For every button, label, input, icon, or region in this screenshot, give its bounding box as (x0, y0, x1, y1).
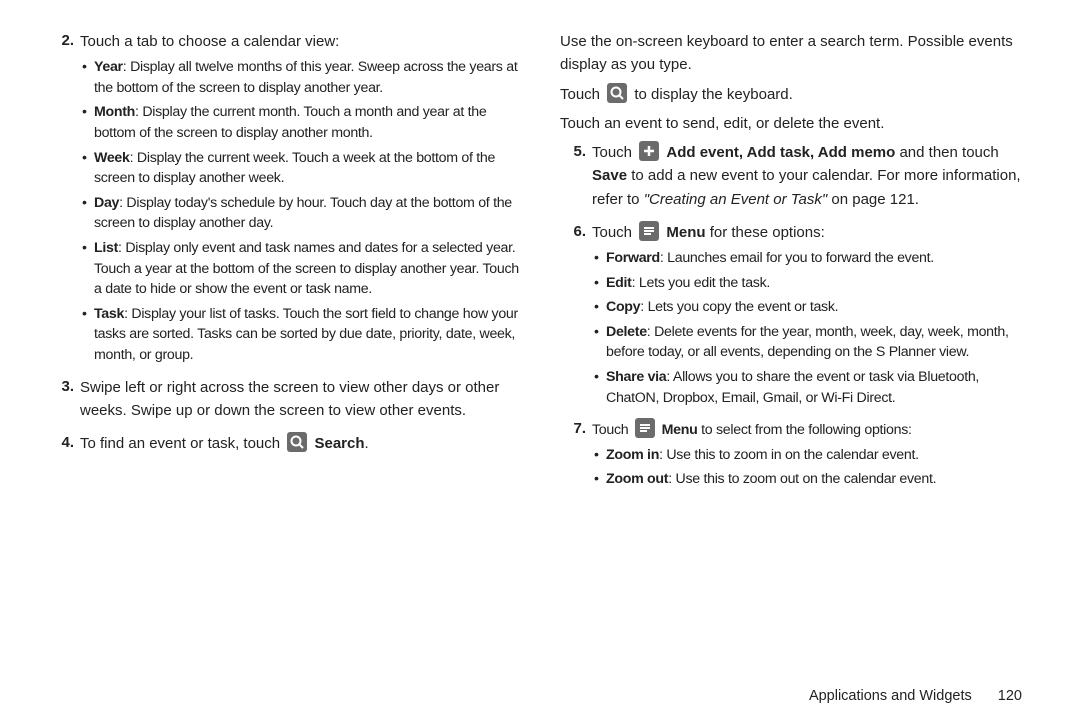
bullet-week: Week: Display the current week. Touch a … (80, 148, 520, 189)
bullet-year: Year: Display all twelve months of this … (80, 57, 520, 98)
bullet-text: : Display the current month. Touch a mon… (94, 104, 486, 141)
bullet-label: List (94, 240, 118, 256)
step-7-text: Touch Menu to select from the following … (592, 418, 1032, 441)
step-4-post: . (365, 435, 369, 452)
bullet-text: : Display all twelve months of this year… (94, 59, 517, 96)
step-6-after: for these options: (706, 224, 825, 241)
bullet-label: Zoom out (606, 471, 668, 487)
bullet-text: : Use this to zoom out on the calendar e… (668, 471, 936, 487)
bullet-copy: Copy: Lets you copy the event or task. (592, 297, 1032, 318)
bullet-label: Week (94, 150, 130, 166)
step-number: 3. (48, 376, 80, 427)
bullet-label: Share via (606, 369, 666, 385)
bullet-text: : Display your list of tasks. Touch the … (94, 306, 518, 363)
menu-label: Menu (662, 422, 698, 438)
step-4-pre: To find an event or task, touch (80, 435, 284, 452)
left-column: 2. Touch a tab to choose a calendar view… (48, 30, 540, 678)
step-4: 4. To find an event or task, touch Searc… (48, 432, 520, 459)
step-3-text: Swipe left or right across the screen to… (80, 376, 520, 423)
cont-line1: Use the on-screen keyboard to enter a se… (560, 30, 1032, 77)
step-2-intro: Touch a tab to choose a calendar view: (80, 30, 520, 53)
bullet-month: Month: Display the current month. Touch … (80, 102, 520, 143)
plus-icon (639, 141, 659, 161)
cont-line3: Touch an event to send, edit, or delete … (560, 112, 1032, 135)
page: 2. Touch a tab to choose a calendar view… (0, 0, 1080, 688)
bullet-text: : Delete events for the year, month, wee… (606, 324, 1009, 361)
step-5-save: Save (592, 167, 627, 184)
step-number: 4. (48, 432, 80, 459)
step-4-text: To find an event or task, touch Search. (80, 432, 520, 455)
step-5-italic: "Creating an Event or Task" (644, 191, 828, 208)
menu-label: Menu (666, 224, 705, 241)
step-5-bold: Add event, Add task, Add memo (666, 144, 895, 161)
bullet-label: Copy (606, 299, 640, 315)
cont-line2: Touch to display the keyboard. (560, 83, 1032, 106)
step-6: 6. Touch Menu for these options: Forward… (560, 221, 1032, 412)
step-2: 2. Touch a tab to choose a calendar view… (48, 30, 520, 370)
bullet-label: Day (94, 195, 119, 211)
bullet-delete: Delete: Delete events for the year, mont… (592, 322, 1032, 363)
search-icon (287, 432, 307, 452)
step-number: 5. (560, 141, 592, 215)
step-5-rest1: and then touch (895, 144, 998, 161)
right-column: Use the on-screen keyboard to enter a se… (540, 30, 1032, 678)
menu-icon (639, 221, 659, 241)
bullet-zoom-out: Zoom out: Use this to zoom out on the ca… (592, 469, 1032, 490)
bullet-list: List: Display only event and task names … (80, 238, 520, 300)
step-6-touch: Touch (592, 224, 636, 241)
step-number: 2. (48, 30, 80, 370)
bullet-label: Year (94, 59, 123, 75)
search-label: Search (314, 435, 364, 452)
bullet-text: : Display the current week. Touch a week… (94, 150, 495, 187)
step-7-after: to select from the following options: (698, 422, 912, 438)
bullet-text: : Display only event and task names and … (94, 240, 519, 297)
bullet-share: Share via: Allows you to share the event… (592, 367, 1032, 408)
bullet-label: Month (94, 104, 135, 120)
step-3: 3. Swipe left or right across the screen… (48, 376, 520, 427)
page-number: 120 (998, 688, 1022, 704)
bullet-day: Day: Display today's schedule by hour. T… (80, 193, 520, 234)
bullet-text: : Launches email for you to forward the … (660, 250, 934, 266)
step-number: 6. (560, 221, 592, 412)
cont-touch-post: to display the keyboard. (630, 86, 793, 103)
cont-touch-pre: Touch (560, 86, 604, 103)
bullet-label: Forward (606, 250, 660, 266)
bullet-zoom-in: Zoom in: Use this to zoom in on the cale… (592, 445, 1032, 466)
bullet-label: Task (94, 306, 124, 322)
step-4-continuation: Use the on-screen keyboard to enter a se… (560, 30, 1032, 135)
bullet-forward: Forward: Launches email for you to forwa… (592, 248, 1032, 269)
step-7: 7. Touch Menu to select from the followi… (560, 418, 1032, 494)
search-icon (607, 83, 627, 103)
step-number: 7. (560, 418, 592, 494)
step-5: 5. Touch Add event, Add task, Add memo a… (560, 141, 1032, 215)
step-5-text: Touch Add event, Add task, Add memo and … (592, 141, 1032, 211)
bullet-task: Task: Display your list of tasks. Touch … (80, 304, 520, 366)
section-title: Applications and Widgets (809, 688, 972, 704)
bullet-edit: Edit: Lets you edit the task. (592, 273, 1032, 294)
bullet-label: Delete (606, 324, 647, 340)
bullet-text: : Lets you edit the task. (632, 275, 770, 291)
bullet-text: : Use this to zoom in on the calendar ev… (659, 447, 919, 463)
bullet-label: Edit (606, 275, 632, 291)
bullet-text: : Display today's schedule by hour. Touc… (94, 195, 512, 232)
step-7-touch: Touch (592, 422, 632, 438)
step-6-text: Touch Menu for these options: (592, 221, 1032, 244)
bullet-text: : Lets you copy the event or task. (640, 299, 838, 315)
menu-icon (635, 418, 655, 438)
step-5-rest3: on page 121. (827, 191, 919, 208)
page-footer: Applications and Widgets 120 (0, 688, 1080, 704)
bullet-label: Zoom in (606, 447, 659, 463)
step-5-touch: Touch (592, 144, 636, 161)
